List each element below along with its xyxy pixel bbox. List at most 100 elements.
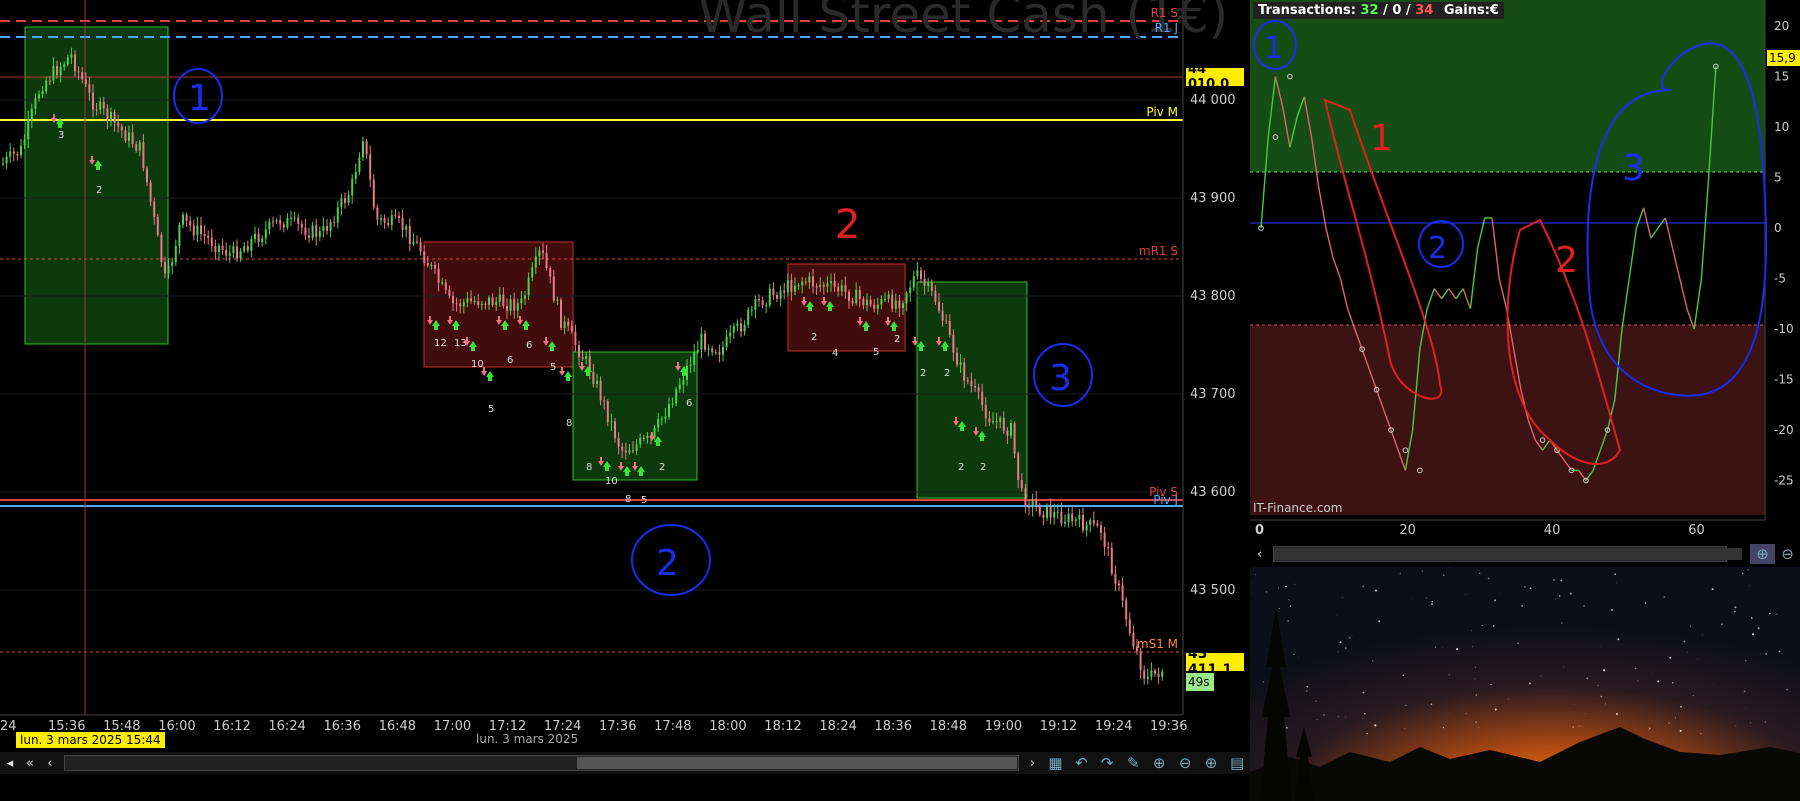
- x-axis-label: 16:12: [213, 719, 250, 734]
- perf-y-axis-label: -25: [1774, 474, 1794, 488]
- candle-body: [963, 362, 966, 381]
- candle-body: [696, 349, 699, 352]
- zoom-out-icon[interactable]: ⊖: [1172, 753, 1198, 773]
- candle-body: [898, 300, 901, 309]
- candle-body: [264, 229, 267, 239]
- candle-body: [365, 141, 368, 155]
- candle-body: [700, 333, 703, 350]
- candle-body: [966, 380, 969, 382]
- perf-scroll-left-icon[interactable]: ‹: [1250, 545, 1269, 563]
- candle-body: [887, 294, 890, 299]
- candle-body: [225, 249, 228, 256]
- redo-icon[interactable]: ↷: [1094, 753, 1120, 773]
- candle-body: [174, 246, 177, 262]
- candle-body: [232, 246, 235, 254]
- perf-scrollbar[interactable]: [1273, 546, 1743, 562]
- annotation-number-2: 2: [656, 543, 679, 584]
- candle-body: [909, 287, 912, 294]
- candle-body: [610, 421, 613, 423]
- scroll-right-icon[interactable]: ›: [1023, 754, 1043, 772]
- candle-body: [902, 303, 904, 309]
- candle-body: [538, 250, 541, 257]
- zoom-in-icon[interactable]: ⊕: [1198, 753, 1224, 773]
- candle-body: [1010, 423, 1012, 436]
- candle-body: [606, 401, 609, 422]
- y-axis-label: 43 600: [1190, 485, 1236, 500]
- settings-icon[interactable]: ▤: [1224, 753, 1250, 773]
- candle-body: [416, 241, 418, 243]
- candle-body: [473, 301, 476, 303]
- calendar-icon[interactable]: ▦: [1043, 753, 1069, 773]
- candle-body: [124, 130, 127, 141]
- candle-body: [329, 221, 332, 231]
- chart-tool-icon[interactable]: ✎: [1120, 753, 1146, 773]
- candle-body: [560, 299, 562, 328]
- candle-body: [218, 245, 220, 252]
- candle-body: [196, 225, 199, 236]
- order-count-label: 6: [526, 340, 532, 351]
- candle-body: [210, 237, 213, 247]
- x-axis-label: 18:12: [764, 719, 801, 734]
- x-axis-label: 17:36: [599, 719, 636, 734]
- sell-order-icon[interactable]: [559, 367, 565, 376]
- candle-body: [563, 321, 566, 328]
- candle-body: [99, 101, 102, 110]
- price-chart[interactable]: Wall Street Cash (1€) 3212 1310 665588108 5…: [0, 0, 1250, 752]
- order-count-label: 8: [586, 462, 592, 473]
- candle-body: [23, 139, 26, 146]
- nav-rewind-icon[interactable]: «: [20, 754, 40, 772]
- candle-body: [30, 108, 33, 120]
- zoom-box-icon[interactable]: ⊕: [1146, 753, 1172, 773]
- undo-icon[interactable]: ↶: [1068, 753, 1094, 773]
- candle-body: [156, 216, 159, 235]
- candle-body: [675, 389, 678, 404]
- candle-body: [41, 91, 44, 95]
- candle-body: [84, 79, 87, 85]
- candle-body: [221, 245, 224, 250]
- candle-body: [552, 276, 555, 301]
- candle-body: [826, 283, 829, 287]
- main-chart-panel[interactable]: Wall Street Cash (1€) 3 2 12 13 10 6 6 5 5 8 8 10 8 5…: [0, 0, 1250, 801]
- buy-order-icon[interactable]: [564, 371, 572, 381]
- chart-scrollbar[interactable]: [63, 755, 1019, 771]
- candle-body: [549, 267, 552, 277]
- candle-body: [1006, 430, 1009, 436]
- perf-y-axis-label: -10: [1774, 322, 1794, 336]
- candle-body: [102, 101, 105, 109]
- candle-body: [178, 224, 181, 247]
- x-axis-label: 19:36: [1150, 719, 1187, 734]
- candle-body: [167, 265, 170, 274]
- perf-toolbar: ‹ › ⊕ ⊖: [1250, 544, 1800, 564]
- candle-body: [797, 285, 800, 287]
- candle-body: [214, 246, 217, 252]
- candle-body: [1002, 417, 1005, 431]
- buy-order-icon[interactable]: [486, 371, 494, 381]
- candle-body: [59, 67, 62, 76]
- candle-body: [2, 163, 4, 165]
- perf-zoom-out-icon[interactable]: ⊖: [1775, 544, 1800, 564]
- candle-body: [20, 145, 22, 156]
- candle-body: [308, 235, 310, 238]
- trade-zone-green: [572, 351, 698, 481]
- chart-scrollbar-thumb[interactable]: [576, 757, 1017, 769]
- scroll-left-icon[interactable]: ‹: [40, 754, 60, 772]
- perf-zoom-in-icon[interactable]: ⊕: [1750, 544, 1776, 564]
- candle-body: [344, 198, 346, 203]
- candle-body: [405, 226, 408, 230]
- candle-body: [66, 57, 69, 65]
- candle-body: [1146, 676, 1149, 679]
- candle-body: [257, 233, 260, 243]
- candle-body: [808, 276, 811, 283]
- perf-scrollbar-thumb[interactable]: [1274, 548, 1743, 560]
- nav-first-icon[interactable]: ◂: [0, 754, 20, 772]
- candle-body: [819, 284, 822, 287]
- price-top-tag: 44 010,0: [1186, 62, 1244, 92]
- order-count-label: 8: [625, 494, 631, 505]
- candle-body: [1110, 547, 1113, 574]
- candle-body: [275, 220, 278, 222]
- candle-body: [1096, 523, 1099, 526]
- candle-body: [837, 286, 840, 292]
- candle-body: [776, 295, 778, 299]
- provider-credit: IT-Finance.com: [1253, 501, 1342, 515]
- candle-body: [77, 71, 80, 73]
